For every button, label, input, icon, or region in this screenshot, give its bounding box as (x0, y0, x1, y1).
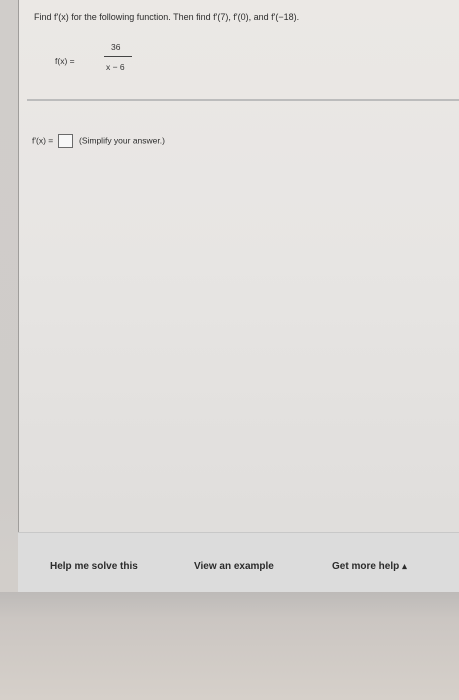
answer-row: f'(x) = (Simplify your answer.) (32, 134, 165, 148)
laptop-bezel (0, 592, 459, 700)
function-definition: f(x) = 36 x − 6 (55, 42, 155, 82)
fraction-denominator: x − 6 (106, 62, 125, 72)
caret-up-icon: ▴ (402, 561, 407, 571)
view-example-button[interactable]: View an example (194, 561, 274, 572)
fraction-bar (104, 56, 132, 57)
get-more-help-button[interactable]: Get more help ▴ (332, 561, 407, 572)
fraction-numerator: 36 (111, 42, 121, 52)
question-panel: Find f'(x) for the following function. T… (18, 0, 459, 590)
function-lhs: f(x) = (55, 56, 75, 66)
answer-input[interactable] (57, 134, 73, 148)
help-me-solve-button[interactable]: Help me solve this (50, 561, 138, 572)
help-toolbar: Help me solve this View an example Get m… (18, 532, 459, 593)
answer-hint: (Simplify your answer.) (78, 135, 165, 146)
answer-label: f'(x) = (32, 135, 54, 146)
get-more-help-label: Get more help (332, 561, 400, 572)
question-text: Find f'(x) for the following function. T… (34, 12, 300, 22)
section-divider (27, 99, 459, 101)
